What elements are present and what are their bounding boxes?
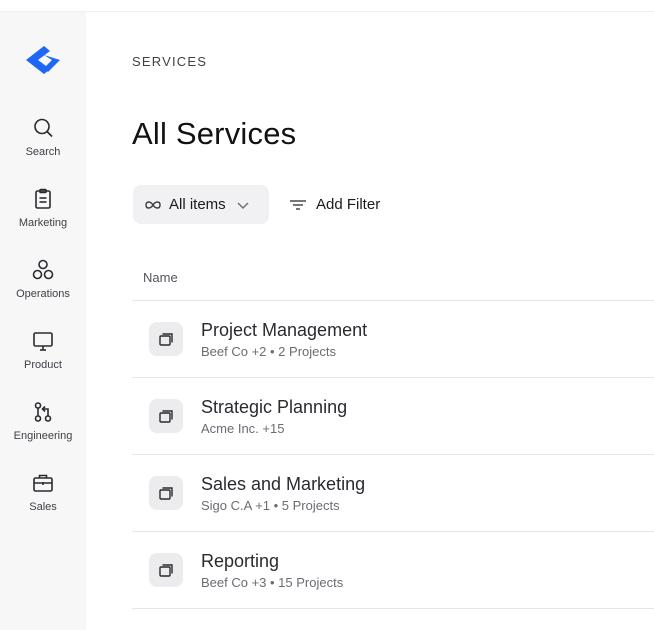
main-content: SERVICES All Services All items Add Filt…: [86, 12, 654, 630]
sidebar-item-label: Sales: [29, 501, 57, 513]
sidebar-item-sales[interactable]: Sales: [0, 471, 86, 533]
stack-icon: [159, 564, 173, 577]
chevron-down-icon: [237, 202, 249, 209]
table-row[interactable]: Reporting Beef Co +3 • 15 Projects: [132, 531, 654, 608]
search-icon: [34, 118, 53, 138]
row-subtitle: Beef Co +2 • 2 Projects: [201, 344, 336, 359]
stack-icon: [159, 333, 173, 346]
app-window: Search Marketing Operations Product Engi…: [0, 0, 654, 630]
row-title: Project Management: [201, 320, 368, 340]
service-icon-badge: [149, 476, 183, 510]
row-title: Reporting: [201, 551, 280, 571]
divider: [132, 608, 654, 609]
monitor-icon: [33, 332, 53, 351]
stack-icon: [159, 487, 173, 500]
filter-icon: [290, 199, 306, 210]
service-icon-badge: [149, 399, 183, 433]
service-icon-badge: [149, 322, 183, 356]
service-icon-badge: [149, 553, 183, 587]
table-row[interactable]: Sales and Marketing Sigo C.A +1 • 5 Proj…: [132, 454, 654, 531]
stack-icon: [159, 410, 173, 423]
row-title: Strategic Planning: [201, 397, 348, 417]
view-selector-button[interactable]: All items: [133, 185, 269, 224]
sidebar-item-product[interactable]: Product: [0, 329, 86, 391]
sidebar-item-label: Search: [25, 146, 61, 158]
briefcase-icon: [33, 474, 53, 492]
sidebar: Search Marketing Operations Product Engi…: [0, 12, 86, 630]
table-row[interactable]: Project Management Beef Co +2 • 2 Projec…: [132, 300, 654, 377]
table-row[interactable]: Strategic Planning Acme Inc. +15: [132, 377, 654, 454]
sidebar-item-label: Engineering: [13, 430, 73, 442]
column-header-name[interactable]: Name: [143, 270, 178, 285]
clipboard-icon: [35, 188, 51, 209]
add-filter-label: Add Filter: [316, 196, 381, 213]
sidebar-item-search[interactable]: Search: [0, 116, 86, 178]
row-title: Sales and Marketing: [201, 474, 366, 494]
add-filter-button[interactable]: Add Filter: [289, 185, 380, 224]
sidebar-item-label: Operations: [16, 288, 70, 300]
view-selector-label: All items: [169, 196, 226, 213]
sidebar-item-marketing[interactable]: Marketing: [0, 187, 86, 249]
row-subtitle: Beef Co +3 • 15 Projects: [201, 575, 344, 590]
infinity-icon: [145, 200, 161, 209]
sidebar-item-label: Marketing: [18, 217, 68, 229]
brand-logo-icon[interactable]: [22, 42, 64, 78]
top-bar: [0, 0, 654, 12]
page-title: All Services: [132, 116, 297, 151]
breadcrumb[interactable]: SERVICES: [132, 54, 207, 69]
row-subtitle: Acme Inc. +15: [201, 421, 285, 436]
operations-icon: [32, 259, 54, 280]
sidebar-item-engineering[interactable]: Engineering: [0, 400, 86, 462]
sidebar-item-label: Product: [24, 359, 62, 371]
sidebar-item-operations[interactable]: Operations: [0, 258, 86, 320]
row-subtitle: Sigo C.A +1 • 5 Projects: [201, 498, 340, 513]
git-icon: [34, 402, 52, 422]
